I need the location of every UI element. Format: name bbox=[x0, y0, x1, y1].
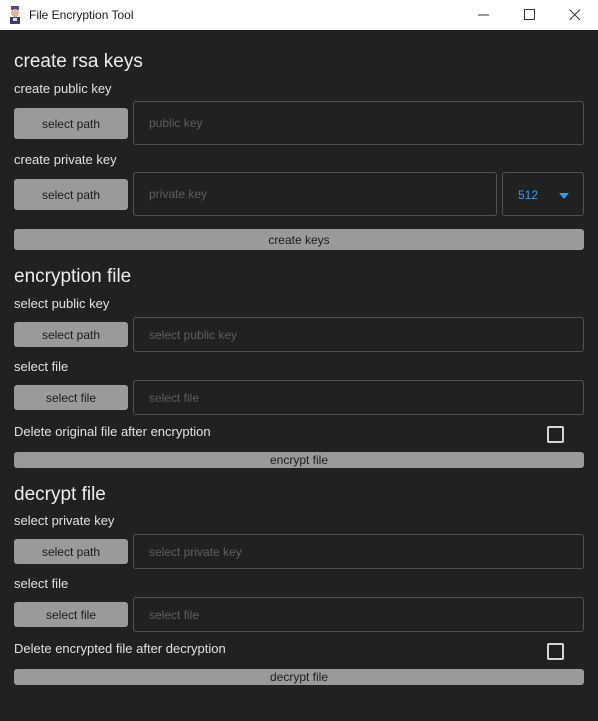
decrypt-file-button[interactable]: decrypt file bbox=[14, 669, 584, 685]
encrypt-file-button[interactable]: encrypt file bbox=[14, 452, 584, 468]
encrypt-file-placeholder: select file bbox=[149, 390, 200, 405]
close-button[interactable] bbox=[552, 0, 598, 30]
title-bar: File Encryption Tool bbox=[0, 0, 598, 30]
public-key-placeholder: public key bbox=[149, 116, 203, 130]
select-public-key-label: select public key bbox=[14, 296, 110, 311]
private-key-input-placeholder: select private key bbox=[149, 544, 242, 559]
caret-down-icon bbox=[559, 193, 569, 199]
decrypt-select-file-button[interactable]: select file bbox=[14, 602, 128, 627]
delete-original-checkbox[interactable] bbox=[547, 426, 564, 443]
key-size-select[interactable]: 512 bbox=[502, 172, 584, 216]
minimize-button[interactable] bbox=[461, 0, 507, 30]
public-key-input-placeholder: select public key bbox=[149, 327, 238, 342]
delete-encrypted-label: Delete encrypted file after decryption bbox=[14, 641, 226, 656]
decrypt-select-file-label: select file bbox=[14, 576, 69, 591]
encrypt-select-file-label: select file bbox=[14, 359, 69, 374]
decrypt-section-heading: decrypt file bbox=[14, 484, 106, 505]
create-keys-button[interactable]: create keys bbox=[14, 229, 584, 250]
private-key-path-button[interactable]: select path bbox=[14, 539, 128, 564]
public-key-select-path-button[interactable]: select path bbox=[14, 108, 128, 139]
window-title: File Encryption Tool bbox=[29, 8, 134, 22]
public-key-path-button[interactable]: select path bbox=[14, 322, 128, 347]
app-icon bbox=[7, 6, 23, 24]
public-key-label: create public key bbox=[14, 81, 112, 96]
public-key-field[interactable]: public key bbox=[133, 101, 584, 145]
private-key-select-path-button[interactable]: select path bbox=[14, 179, 128, 210]
maximize-button[interactable] bbox=[507, 0, 553, 30]
public-key-input[interactable]: select public key bbox=[133, 317, 584, 352]
select-private-key-label: select private key bbox=[14, 513, 115, 528]
private-key-label: create private key bbox=[14, 152, 117, 167]
private-key-field[interactable]: private key bbox=[133, 172, 497, 216]
decrypt-file-placeholder: select file bbox=[149, 607, 200, 622]
encrypt-select-file-button[interactable]: select file bbox=[14, 385, 128, 410]
private-key-placeholder: private key bbox=[149, 187, 208, 201]
private-key-input[interactable]: select private key bbox=[133, 534, 584, 569]
delete-encrypted-checkbox[interactable] bbox=[547, 643, 564, 660]
encrypt-file-input[interactable]: select file bbox=[133, 380, 584, 415]
rsa-section-heading: create rsa keys bbox=[14, 51, 143, 72]
maximize-icon bbox=[524, 9, 535, 20]
delete-original-label: Delete original file after encryption bbox=[14, 424, 211, 439]
close-icon bbox=[569, 9, 581, 21]
key-size-value: 512 bbox=[518, 188, 539, 202]
minimize-icon bbox=[478, 14, 489, 16]
encrypt-section-heading: encryption file bbox=[14, 266, 132, 287]
decrypt-file-input[interactable]: select file bbox=[133, 597, 584, 632]
